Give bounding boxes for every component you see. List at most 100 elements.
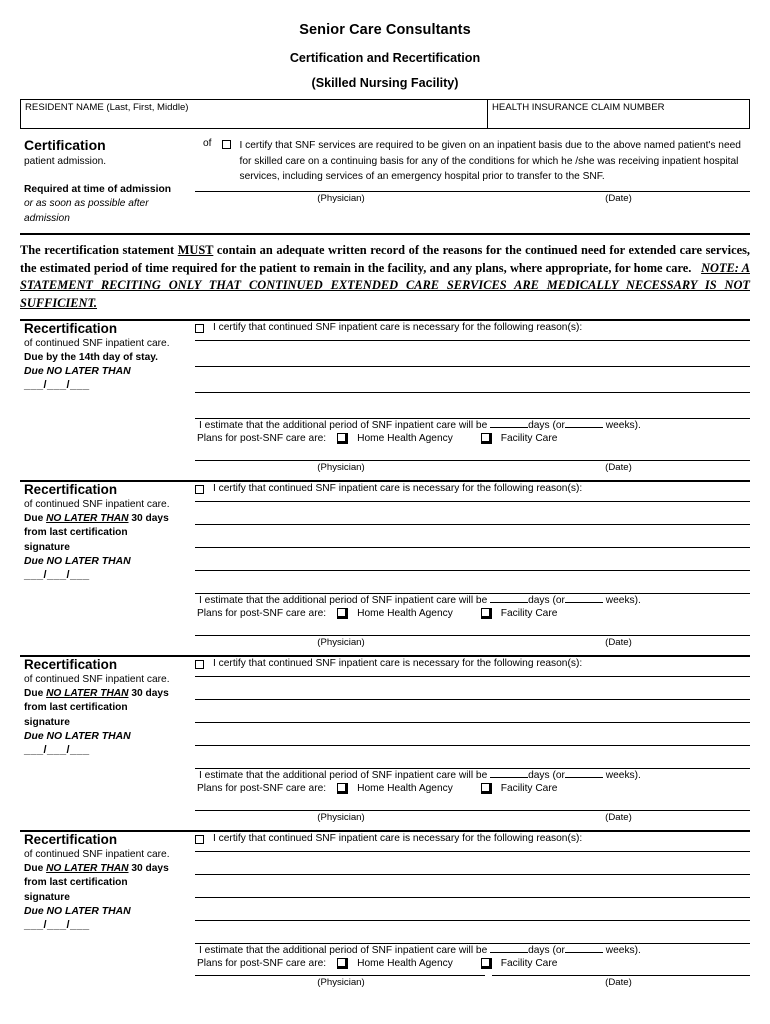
recert-certify-text: I certify that continued SNF inpatient c…	[213, 483, 583, 494]
home-health-agency-checkbox[interactable]	[337, 958, 349, 969]
recert-due-extra-2: signature	[24, 716, 70, 728]
recert-signature-area	[195, 635, 750, 636]
notice-part1: The recertification statement	[20, 243, 178, 257]
certification-of-label: of	[203, 138, 212, 149]
recert-estimate-row: I estimate that the additional period of…	[195, 594, 750, 608]
recert-due-emphasis: NO LATER THAN	[46, 513, 129, 525]
recert-heading: Recertification	[24, 657, 118, 672]
recert-date-signature-rule[interactable]	[492, 975, 750, 976]
notice-must: MUST	[177, 243, 214, 257]
recertification-block: Recertification of continued SNF inpatie…	[20, 657, 750, 823]
recert-date-caption: (Date)	[605, 462, 632, 473]
recert-plans-row: Plans for post-SNF care are: Home Health…	[195, 958, 750, 969]
facility-care-checkbox[interactable]	[480, 958, 492, 969]
recertification-notice: The recertification statement MUST conta…	[20, 242, 750, 312]
recert-reason-line[interactable]	[195, 874, 750, 897]
recert-reason-line[interactable]	[195, 722, 750, 745]
recert-certify-checkbox[interactable]	[195, 324, 204, 333]
recert-weeks-input[interactable]	[564, 952, 603, 953]
recert-reason-line[interactable]	[195, 547, 750, 570]
recert-due-no-later-than-label: Due NO LATER THAN	[24, 730, 131, 742]
recert-date-caption: (Date)	[605, 637, 632, 648]
recert-signature-rule[interactable]	[195, 810, 750, 811]
recert-days-input[interactable]	[490, 602, 529, 603]
recert-certify-checkbox[interactable]	[195, 485, 204, 494]
recert-physician-caption: (Physician)	[317, 812, 365, 823]
home-health-agency-checkbox[interactable]	[337, 783, 349, 794]
recert-reason-line[interactable]	[195, 501, 750, 524]
recert-reason-line[interactable]	[195, 745, 750, 768]
recertification-blocks: Recertification of continued SNF inpatie…	[20, 321, 750, 988]
home-health-agency-checkbox[interactable]	[337, 433, 349, 444]
home-health-agency-checkbox[interactable]	[337, 608, 349, 619]
recert-weeks-input[interactable]	[564, 427, 603, 428]
recert-reason-line[interactable]	[195, 699, 750, 722]
recert-certify-text: I certify that continued SNF inpatient c…	[213, 322, 583, 333]
recert-heading: Recertification	[24, 832, 118, 847]
certification-left-column: Certification patient admission. Require…	[20, 138, 195, 226]
recert-due-date-blank[interactable]: ___/___/___	[24, 569, 195, 582]
certification-section: Certification patient admission. Require…	[20, 138, 750, 226]
recert-physician-caption: (Physician)	[317, 637, 365, 648]
recert-subheading: of continued SNF inpatient care.	[24, 674, 170, 685]
recert-left-column: Recertification of continued SNF inpatie…	[20, 321, 195, 473]
recert-reason-line[interactable]	[195, 851, 750, 874]
recert-due-text: Due NO LATER THAN 30 days	[24, 862, 195, 876]
recert-estimate-post: weeks).	[605, 945, 641, 956]
home-health-agency-label: Home Health Agency	[357, 608, 453, 619]
claim-number-label: HEALTH INSURANCE CLAIM NUMBER	[492, 102, 665, 113]
recert-due-date-blank[interactable]: ___/___/___	[24, 379, 195, 392]
facility-care-checkbox[interactable]	[480, 783, 492, 794]
recert-physician-signature-rule[interactable]	[195, 975, 485, 976]
recert-physician-caption: (Physician)	[317, 977, 365, 988]
recert-certify-checkbox[interactable]	[195, 835, 204, 844]
resident-name-field[interactable]: RESIDENT NAME (Last, First, Middle)	[21, 100, 488, 128]
recert-days-input[interactable]	[490, 427, 529, 428]
home-health-agency-label: Home Health Agency	[357, 958, 453, 969]
certification-right-column: of I certify that SNF services are requi…	[195, 138, 750, 226]
recert-right-column: I certify that continued SNF inpatient c…	[195, 832, 750, 988]
recert-subheading: of continued SNF inpatient care.	[24, 849, 170, 860]
recert-due-prefix: Due	[24, 688, 47, 700]
recert-days-input[interactable]	[490, 952, 529, 953]
recert-estimate-mid: days (or	[528, 595, 565, 606]
recert-heading: Recertification	[24, 321, 118, 336]
recert-weeks-input[interactable]	[564, 602, 603, 603]
recert-date-caption: (Date)	[605, 812, 632, 823]
recert-estimate-pre: I estimate that the additional period of…	[199, 945, 488, 956]
recert-reason-line[interactable]	[195, 570, 750, 593]
certification-physician-caption: (Physician)	[317, 192, 365, 204]
recert-signature-rule[interactable]	[195, 460, 750, 461]
recert-signature-area	[195, 810, 750, 811]
recert-reason-line[interactable]	[195, 920, 750, 943]
recert-reason-line[interactable]	[195, 897, 750, 920]
facility-care-checkbox[interactable]	[480, 433, 492, 444]
home-health-agency-label: Home Health Agency	[357, 783, 453, 794]
identification-table: RESIDENT NAME (Last, First, Middle) HEAL…	[20, 99, 750, 129]
recertification-block: Recertification of continued SNF inpatie…	[20, 321, 750, 473]
recert-due-date-blank[interactable]: ___/___/___	[24, 744, 195, 757]
certification-checkbox[interactable]	[221, 140, 231, 149]
recert-reason-line[interactable]	[195, 340, 750, 366]
recert-left-column: Recertification of continued SNF inpatie…	[20, 482, 195, 648]
recert-days-input[interactable]	[490, 777, 529, 778]
recert-weeks-input[interactable]	[564, 777, 603, 778]
certification-date-caption: (Date)	[605, 192, 632, 204]
recert-signature-rule[interactable]	[195, 635, 750, 636]
recert-estimate-pre: I estimate that the additional period of…	[199, 420, 488, 431]
recert-reason-line[interactable]	[195, 392, 750, 418]
recert-plans-row: Plans for post-SNF care are: Home Health…	[195, 608, 750, 619]
recert-certify-checkbox[interactable]	[195, 660, 204, 669]
form-page: Senior Care Consultants Certification an…	[0, 0, 770, 1024]
recert-reason-line[interactable]	[195, 676, 750, 699]
recert-due-no-later-than-label: Due NO LATER THAN	[24, 555, 131, 567]
recert-due-suffix: 30 days	[128, 688, 169, 700]
recert-reason-line[interactable]	[195, 366, 750, 392]
recert-plans-label: Plans for post-SNF care are:	[197, 958, 327, 969]
certification-signature-rule[interactable]	[195, 190, 750, 192]
recert-due-date-blank[interactable]: ___/___/___	[24, 919, 195, 932]
facility-care-checkbox[interactable]	[480, 608, 492, 619]
recert-right-column: I certify that continued SNF inpatient c…	[195, 482, 750, 648]
claim-number-field[interactable]: HEALTH INSURANCE CLAIM NUMBER	[488, 100, 749, 128]
recert-reason-line[interactable]	[195, 524, 750, 547]
